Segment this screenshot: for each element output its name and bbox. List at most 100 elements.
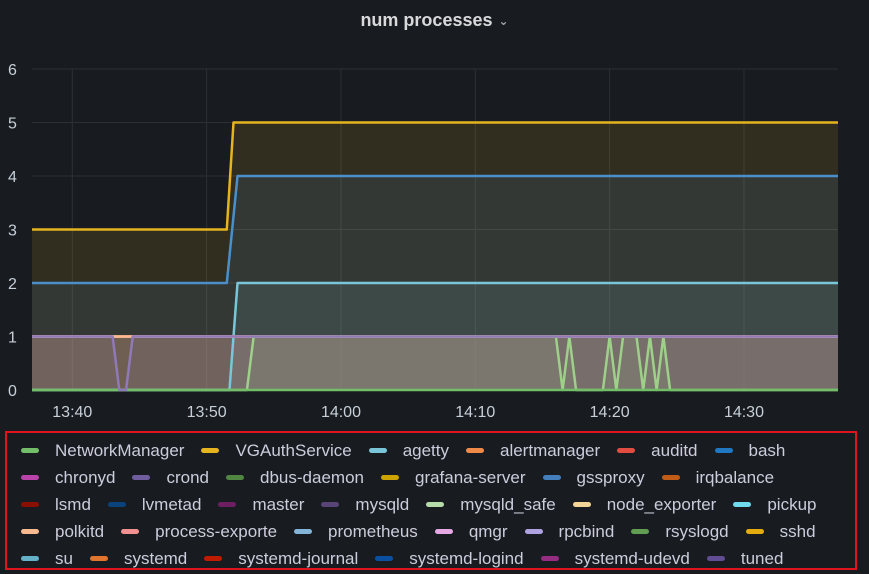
legend-item[interactable]: mysqld — [321, 495, 409, 515]
y-tick-label: 6 — [8, 62, 17, 79]
legend-item[interactable]: auditd — [617, 440, 698, 461]
legend-swatch — [321, 502, 340, 507]
x-tick-label: 14:00 — [321, 404, 361, 421]
legend-swatch — [132, 475, 151, 480]
legend-swatch — [21, 448, 39, 453]
legend-label: systemd-udevd — [574, 548, 690, 568]
legend-swatch — [542, 475, 561, 480]
legend-item[interactable]: crond — [132, 468, 209, 488]
legend-swatch — [21, 475, 39, 480]
legend-swatch — [540, 556, 559, 561]
legend-item[interactable]: grafana-server — [380, 467, 526, 488]
legend-item[interactable]: agetty — [368, 440, 449, 461]
legend-label: bash — [748, 440, 786, 460]
legend-label: su — [55, 548, 73, 568]
legend-label: tuned — [740, 548, 784, 568]
legend-swatch — [201, 448, 220, 453]
legend-swatch — [21, 556, 39, 561]
legend-label: rpcbind — [558, 521, 615, 541]
legend-swatch — [524, 529, 543, 534]
legend-item[interactable]: prometheus — [294, 522, 418, 542]
y-tick-label: 4 — [8, 169, 17, 186]
legend-swatch — [631, 529, 650, 534]
legend-item[interactable]: systemd-logind — [375, 548, 524, 569]
legend-item[interactable]: qmgr — [434, 521, 508, 542]
legend-item[interactable]: chronyd — [21, 468, 115, 488]
x-tick-label: 13:40 — [52, 404, 92, 421]
x-tick-label: 14:10 — [455, 404, 495, 421]
legend-label: systemd-logind — [409, 548, 524, 568]
legend-item[interactable]: alertmanager — [466, 441, 600, 461]
legend-item[interactable]: tuned — [706, 548, 784, 569]
legend-swatch — [218, 502, 237, 507]
legend-swatch — [714, 448, 733, 453]
legend-item[interactable]: sshd — [745, 522, 816, 542]
legend-label: alertmanager — [500, 440, 601, 460]
legend-item[interactable]: mysqld_safe — [426, 494, 556, 515]
legend-label: pickup — [767, 494, 817, 514]
legend-item[interactable]: systemd — [89, 548, 188, 569]
legend-label: process-exporte — [155, 521, 278, 541]
legend-swatch — [745, 529, 764, 534]
legend-label: lsmd — [55, 494, 91, 514]
x-tick-label: 14:30 — [724, 404, 764, 421]
legend-item[interactable]: su — [21, 549, 73, 569]
legend-label: prometheus — [328, 521, 418, 541]
time-series-chart[interactable]: 0 1 2 3 4 5 6 13:40 13:50 14:00 14:10 14:20 14:30 — [0, 40, 869, 432]
legend-label: qmgr — [468, 521, 508, 541]
legend-swatch — [226, 475, 245, 480]
legend-item[interactable]: rpcbind — [524, 521, 615, 542]
y-tick-label: 1 — [8, 330, 17, 347]
legend-label: auditd — [651, 440, 698, 460]
legend-swatch — [294, 529, 313, 534]
legend-item[interactable]: process-exporte — [121, 522, 277, 542]
legend-row: su systemd systemd-journal systemd-logind sy… — [21, 545, 855, 572]
legend-item[interactable]: master — [218, 495, 304, 515]
legend-item[interactable]: gssproxy — [542, 467, 645, 488]
legend-row: lsmd lvmetad master mysqld mysqld_safe node_e… — [21, 491, 855, 518]
chevron-down-icon[interactable]: ⌄ — [499, 14, 509, 28]
legend-swatch — [107, 502, 126, 507]
y-tick-label: 5 — [8, 116, 17, 133]
legend-item[interactable]: VGAuthService — [201, 441, 352, 461]
legend-swatch — [121, 529, 140, 534]
y-tick-label: 0 — [8, 383, 17, 400]
legend-swatch — [661, 475, 680, 480]
legend-label: systemd — [123, 548, 188, 568]
legend-label: rsyslogd — [665, 521, 729, 541]
legend-label: master — [252, 494, 305, 514]
legend-item[interactable]: NetworkManager — [21, 441, 184, 461]
panel-header[interactable]: num processes ⌄ — [0, 0, 869, 40]
legend-label: node_exporter — [606, 494, 717, 514]
legend-swatch — [204, 556, 223, 561]
legend-item[interactable]: pickup — [733, 495, 816, 515]
legend-swatch — [380, 475, 399, 480]
legend-item[interactable]: rsyslogd — [631, 521, 729, 542]
x-tick-label: 13:50 — [187, 404, 227, 421]
legend-item[interactable]: bash — [714, 440, 786, 461]
legend-row: chronyd crond dbus-daemon grafana-server gss… — [21, 464, 855, 491]
y-tick-label: 3 — [8, 223, 17, 240]
legend-item[interactable]: lvmetad — [107, 494, 202, 515]
legend-label: mysqld_safe — [460, 494, 556, 514]
legend-label: chronyd — [55, 467, 116, 487]
legend-item[interactable]: systemd-udevd — [540, 548, 690, 569]
legend-label: dbus-daemon — [260, 467, 364, 487]
legend-item[interactable]: lsmd — [21, 495, 91, 515]
legend-label: gssproxy — [576, 467, 645, 487]
panel-title[interactable]: num processes ⌄ — [360, 10, 508, 31]
legend-item[interactable]: systemd-journal — [204, 549, 358, 569]
legend-item[interactable]: irqbalance — [661, 468, 774, 488]
legend-label: grafana-server — [414, 467, 526, 487]
legend-row: NetworkManager VGAuthService agetty alertma… — [21, 437, 855, 464]
legend-label: systemd-journal — [238, 548, 359, 568]
legend-swatch — [375, 556, 394, 561]
legend-item[interactable]: node_exporter — [572, 494, 717, 515]
legend-label: lvmetad — [141, 494, 202, 514]
legend-row: polkitd process-exporte prometheus qmgr rpcb… — [21, 518, 855, 545]
legend-item[interactable]: polkitd — [21, 522, 104, 542]
legend-item[interactable]: dbus-daemon — [226, 468, 364, 488]
panel-title-text: num processes — [360, 9, 493, 30]
legend-label: agetty — [402, 440, 449, 460]
legend-swatch — [733, 502, 752, 507]
